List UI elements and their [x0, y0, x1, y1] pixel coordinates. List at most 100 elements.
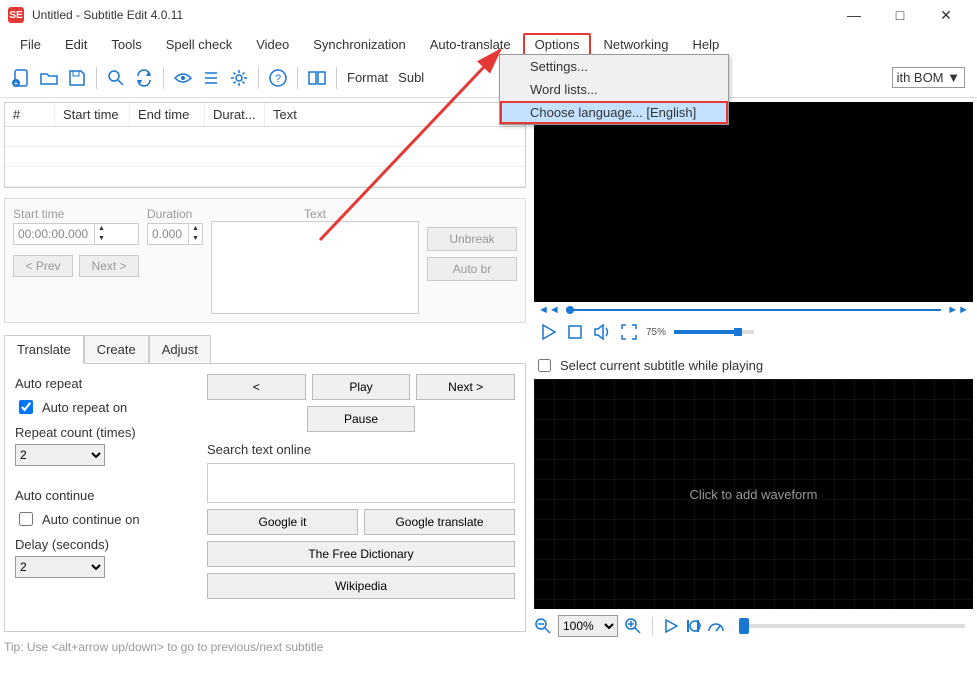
layout-icon[interactable]: [304, 65, 330, 91]
table-row[interactable]: [5, 167, 525, 187]
encoding-select[interactable]: ith BOM ▼: [892, 67, 965, 88]
menu-sync[interactable]: Synchronization: [301, 33, 418, 56]
start-time-label: Start time: [13, 207, 139, 221]
text-label: Text: [211, 207, 419, 221]
auto-continue-checkbox[interactable]: Auto continue on: [15, 509, 195, 529]
wave-marker-icon[interactable]: [685, 618, 701, 634]
prev-button[interactable]: < Prev: [13, 255, 73, 277]
waveform-area[interactable]: Click to add waveform: [534, 379, 973, 609]
dropdown-choose-language[interactable]: Choose language... [English]: [500, 101, 728, 124]
close-button[interactable]: ✕: [923, 0, 969, 30]
start-time-field[interactable]: [14, 227, 94, 241]
zoom-select[interactable]: 100%: [558, 615, 618, 637]
tip-text: Tip: Use <alt+arrow up/down> to go to pr…: [4, 640, 526, 654]
auto-repeat-on-label: Auto repeat on: [42, 400, 127, 415]
repeat-count-label: Repeat count (times): [15, 425, 195, 440]
volume-slider[interactable]: [674, 330, 754, 334]
format-select[interactable]: Subl: [398, 70, 424, 85]
menu-spellcheck[interactable]: Spell check: [154, 33, 244, 56]
menu-networking[interactable]: Networking: [591, 33, 680, 56]
waveform-slider[interactable]: [739, 624, 965, 628]
play-button[interactable]: Play: [312, 374, 411, 400]
menu-tools[interactable]: Tools: [99, 33, 153, 56]
dropdown-wordlists[interactable]: Word lists...: [500, 78, 728, 101]
svg-text:?: ?: [275, 73, 281, 85]
table-row[interactable]: [5, 147, 525, 167]
col-number[interactable]: #: [5, 103, 55, 126]
delay-select[interactable]: 2: [15, 556, 105, 578]
subtitle-table[interactable]: # Start time End time Durat... Text: [4, 102, 526, 188]
zoom-in-icon[interactable]: [624, 617, 642, 635]
menu-options[interactable]: Options: [523, 33, 592, 56]
back-button[interactable]: <: [207, 374, 306, 400]
delay-label: Delay (seconds): [15, 537, 195, 552]
tab-create[interactable]: Create: [84, 335, 149, 364]
down-arrow-icon[interactable]: ▼: [94, 234, 108, 244]
seek-end-icon[interactable]: ►►: [947, 304, 969, 316]
google-it-button[interactable]: Google it: [207, 509, 358, 535]
stop-icon[interactable]: [566, 323, 584, 341]
start-time-input[interactable]: ▲▼: [13, 223, 139, 245]
auto-repeat-check[interactable]: [19, 400, 33, 414]
volume-icon[interactable]: [592, 322, 612, 342]
replace-icon[interactable]: [131, 65, 157, 91]
subtitle-text-input[interactable]: [211, 221, 419, 314]
video-seek-slider[interactable]: [566, 309, 941, 311]
save-icon[interactable]: [64, 65, 90, 91]
auto-repeat-checkbox[interactable]: Auto repeat on: [15, 397, 195, 417]
autobr-button[interactable]: Auto br: [427, 257, 517, 281]
up-arrow-icon[interactable]: ▲: [188, 224, 202, 234]
search-icon[interactable]: [103, 65, 129, 91]
table-row[interactable]: [5, 127, 525, 147]
wave-play-icon[interactable]: [663, 618, 679, 634]
unbreak-button[interactable]: Unbreak: [427, 227, 517, 251]
select-while-playing-check[interactable]: [538, 359, 551, 372]
menu-help[interactable]: Help: [681, 33, 732, 56]
help-icon[interactable]: ?: [265, 65, 291, 91]
auto-continue-check[interactable]: [19, 512, 33, 526]
auto-continue-on-label: Auto continue on: [42, 512, 140, 527]
tab-translate[interactable]: Translate: [4, 335, 84, 364]
col-end[interactable]: End time: [130, 103, 205, 126]
search-online-input[interactable]: [207, 463, 515, 503]
up-arrow-icon[interactable]: ▲: [94, 224, 108, 234]
list-icon[interactable]: [198, 65, 224, 91]
visual-sync-icon[interactable]: [170, 65, 196, 91]
search-online-label: Search text online: [207, 442, 515, 457]
down-arrow-icon[interactable]: ▼: [188, 234, 202, 244]
zoom-out-icon[interactable]: [534, 617, 552, 635]
format-label: Format: [347, 70, 388, 85]
col-start[interactable]: Start time: [55, 103, 130, 126]
duration-field[interactable]: [148, 227, 188, 241]
dropdown-settings[interactable]: Settings...: [500, 55, 728, 78]
menu-video[interactable]: Video: [244, 33, 301, 56]
menu-autotranslate[interactable]: Auto-translate: [418, 33, 523, 56]
minimize-button[interactable]: —: [831, 0, 877, 30]
google-translate-button[interactable]: Google translate: [364, 509, 515, 535]
next-button[interactable]: Next >: [79, 255, 139, 277]
col-text[interactable]: Text: [265, 103, 525, 126]
app-icon: SE: [8, 7, 24, 23]
auto-repeat-label: Auto repeat: [15, 376, 195, 391]
select-while-playing-checkbox[interactable]: Select current subtitle while playing: [534, 356, 973, 375]
fullscreen-icon[interactable]: [620, 323, 638, 341]
duration-input[interactable]: ▲▼: [147, 223, 203, 245]
wave-speed-icon[interactable]: [707, 617, 725, 635]
pause-button[interactable]: Pause: [307, 406, 415, 432]
menu-file[interactable]: File: [8, 33, 53, 56]
open-icon[interactable]: [36, 65, 62, 91]
play-icon[interactable]: [538, 322, 558, 342]
new-icon[interactable]: +: [8, 65, 34, 91]
tab-adjust[interactable]: Adjust: [149, 335, 211, 364]
col-duration[interactable]: Durat...: [205, 103, 265, 126]
menu-edit[interactable]: Edit: [53, 33, 99, 56]
seek-start-icon[interactable]: ◄◄: [538, 304, 560, 316]
wikipedia-button[interactable]: Wikipedia: [207, 573, 515, 599]
maximize-button[interactable]: □: [877, 0, 923, 30]
video-preview[interactable]: [534, 102, 973, 302]
free-dictionary-button[interactable]: The Free Dictionary: [207, 541, 515, 567]
settings-icon[interactable]: [226, 65, 252, 91]
repeat-count-select[interactable]: 2: [15, 444, 105, 466]
waveform-placeholder: Click to add waveform: [690, 487, 818, 502]
next-subtitle-button[interactable]: Next >: [416, 374, 515, 400]
